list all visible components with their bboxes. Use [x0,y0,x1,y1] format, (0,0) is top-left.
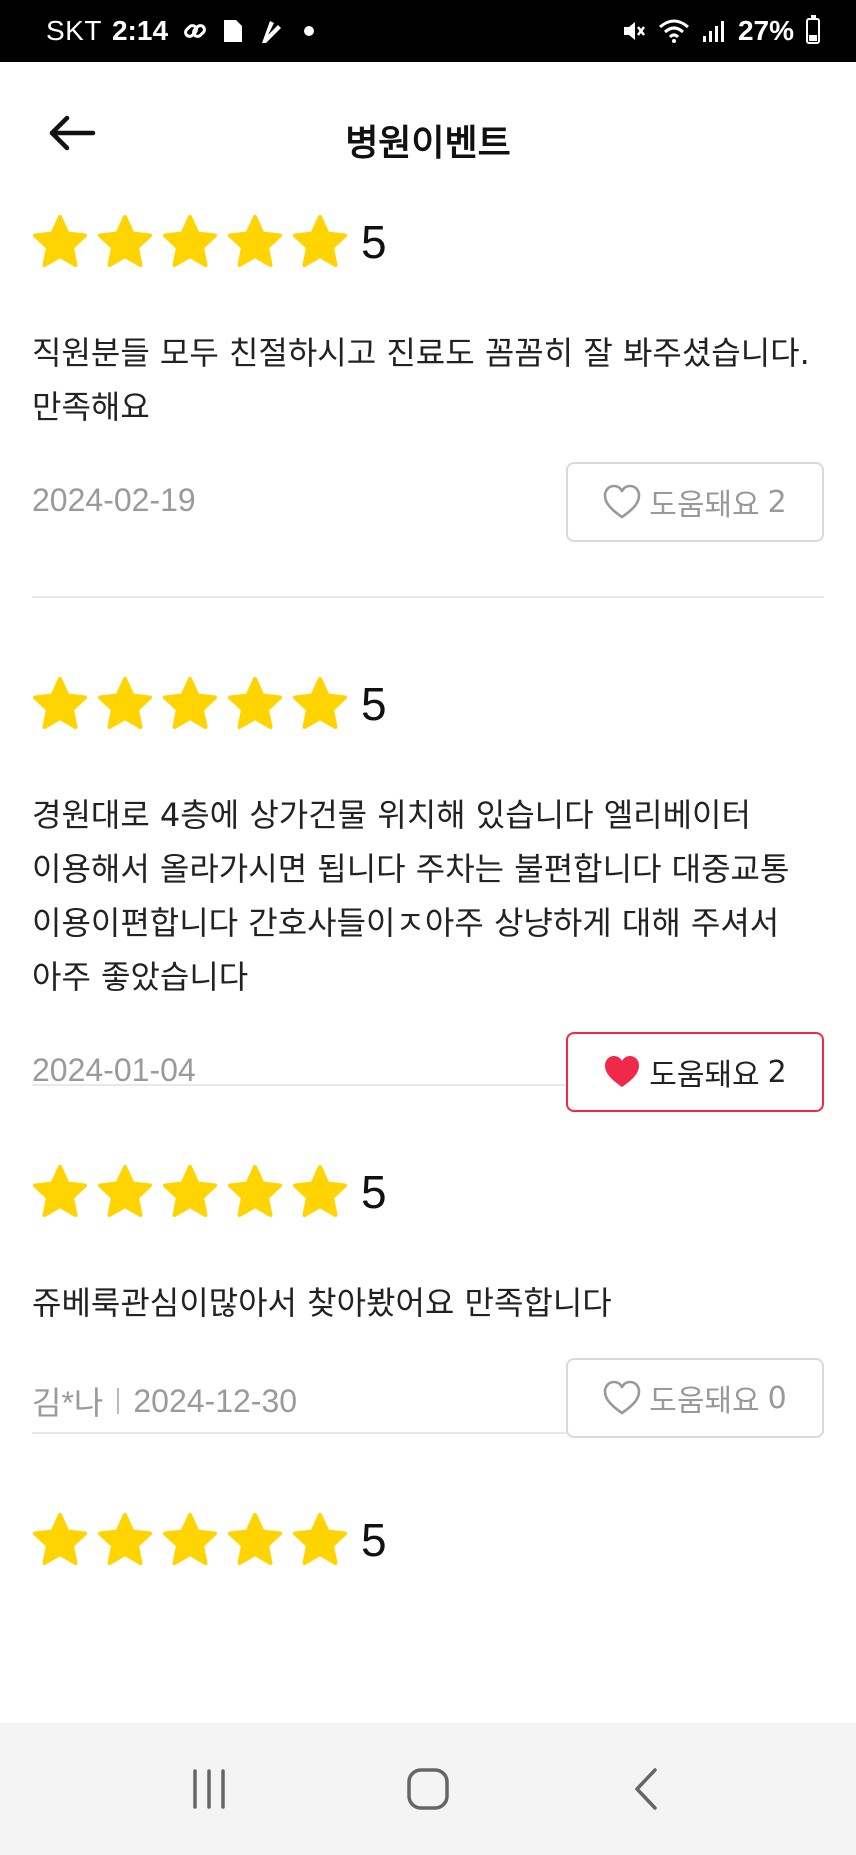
rating-row: 5 [32,674,824,734]
star-icon [162,1512,218,1568]
review-item: 5 직원분들 모두 친절하시고 진료도 꼼꼼히 잘 봐주셨습니다. 만족해요 2… [32,212,824,598]
helpful-button[interactable]: 도움돼요 2 [566,462,824,542]
helpful-label: 도움돼요 [649,488,760,523]
carrier-label: SKT [46,15,102,46]
review-text: 직원분들 모두 친절하시고 진료도 꼼꼼히 잘 봐주셨습니다. 만족해요 [32,334,810,426]
review-meta-info: 2024-01-04 [32,1052,196,1089]
home-icon [407,1768,449,1810]
review-meta-info: 김*나 2024-12-30 [32,1378,297,1424]
star-icon [227,1512,283,1568]
star-icon [292,676,348,732]
helpful-count: 2 [767,484,787,520]
star-icon [32,214,88,270]
recent-apps-icon [193,1769,226,1809]
rating-row: 5 [32,1510,824,1570]
star-icon [97,1512,153,1568]
review-date: 2024-02-19 [32,482,196,518]
review-meta: 김*나 2024-12-30 도움돼요 0 [32,1358,824,1438]
heart-outline-icon [603,484,641,520]
status-left: SKT 2:14 [46,15,315,47]
notification-dot [304,26,315,36]
star-icon [97,1164,153,1220]
review-meta-info: 2024-02-19 [32,482,196,519]
helpful-count: 0 [767,1380,787,1416]
rating-value: 5 [361,678,387,730]
recent-apps-button[interactable] [169,1749,249,1829]
back-icon [634,1768,657,1810]
star-icon [227,1164,283,1220]
link-icon [182,18,208,44]
meta-divider [117,1388,120,1414]
helpful-label: 도움돼요 [649,1384,760,1419]
heart-filled-icon [603,1054,641,1090]
star-icon [162,214,218,270]
rating-row: 5 [32,212,824,272]
star-rating [32,1512,357,1568]
rating-row: 5 [32,1162,824,1222]
mute-icon [622,19,646,43]
review-author: 김*나 [32,1385,104,1421]
star-rating [32,214,357,270]
system-nav-bar [0,1723,856,1855]
system-back-button[interactable] [607,1749,687,1829]
app-header: 병원이벤트 [0,62,856,212]
star-icon [97,214,153,270]
wifi-icon [658,18,690,44]
review-meta: 2024-02-19 도움돼요 2 [32,462,824,542]
battery-icon [806,15,820,44]
heart-outline-icon [603,1380,641,1416]
rating-value: 5 [361,216,387,268]
review-item: 5 쥬베룩관심이많아서 찾아봤어요 만족합니다 김*나 2024-12-30 도… [32,1086,824,1438]
star-icon [227,676,283,732]
star-icon [292,1164,348,1220]
battery-percent: 27% [737,15,794,46]
status-right: 27% [622,15,820,47]
star-icon [162,1164,218,1220]
note-icon [222,18,244,44]
star-icon [32,676,88,732]
review-item: 5 경원대로 4층에 상가건물 위치해 있습니다 엘리베이터 이용해서 올라가시… [32,598,824,1112]
star-icon [227,214,283,270]
review-date: 2024-12-30 [133,1382,298,1419]
star-rating [32,676,357,732]
home-button[interactable] [388,1749,468,1829]
review-item: 5 [32,1434,824,1634]
review-text: 경원대로 4층에 상가건물 위치해 있습니다 엘리베이터 이용해서 올라가시면 … [32,796,790,996]
rating-value: 5 [361,1514,387,1566]
star-icon [292,214,348,270]
app-icon [258,17,284,45]
review-text: 쥬베룩관심이많아서 찾아봤어요 만족합니다 [32,1284,612,1322]
rating-value: 5 [361,1166,387,1218]
star-icon [162,676,218,732]
page-title: 병원이벤트 [345,123,511,164]
helpful-count: 2 [767,1054,787,1090]
review-list: 5 직원분들 모두 친절하시고 진료도 꼼꼼히 잘 봐주셨습니다. 만족해요 2… [32,212,824,1634]
star-icon [32,1512,88,1568]
review-date: 2024-01-04 [32,1052,196,1088]
star-rating [32,1164,357,1220]
clock: 2:14 [111,15,169,46]
helpful-button[interactable]: 도움돼요 0 [566,1358,824,1438]
signal-icon [702,19,726,43]
star-icon [97,676,153,732]
status-bar: SKT 2:14 27% [0,0,856,62]
star-icon [32,1164,88,1220]
star-icon [292,1512,348,1568]
